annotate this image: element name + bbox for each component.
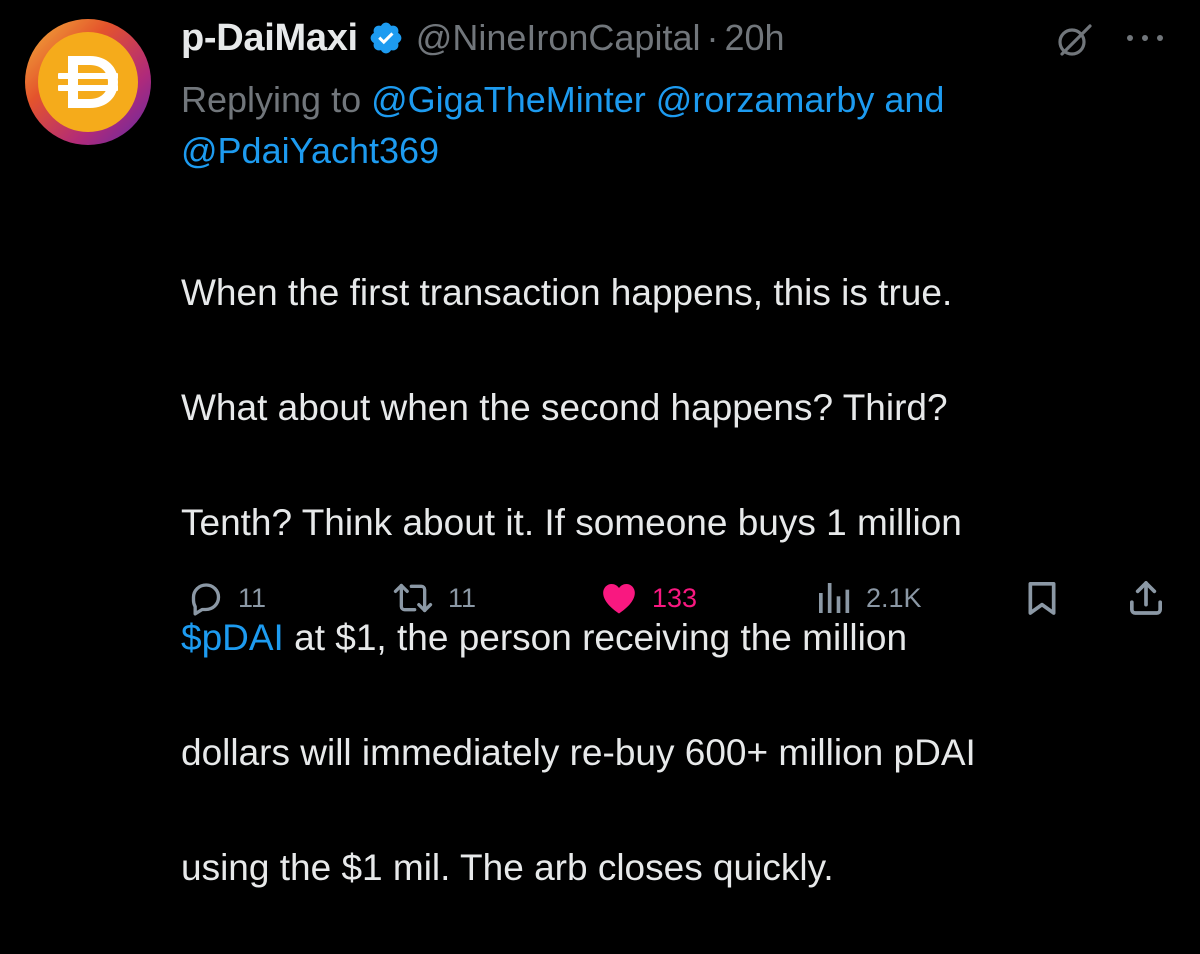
tweet-text-line: using the $1 mil. The arb closes quickly… [181,846,834,888]
like-count: 133 [652,582,698,613]
tweet-text-line: What about when the second happens? Thir… [181,386,948,428]
replying-to-label: Replying to [181,79,362,120]
bookmark-button[interactable] [1022,570,1062,626]
mention-link[interactable]: @PdaiYacht369 [181,130,439,171]
reply-count: 11 [238,582,267,613]
tweet[interactable]: p-DaiMaxi @NineIronCapital · 20h Replyin… [0,0,1200,888]
retweet-icon [393,583,433,613]
share-button[interactable] [1126,570,1166,626]
replying-to-line: Replying to @GigaTheMinter @rorzamarby a… [181,74,1161,176]
dai-logo-icon [25,19,151,145]
more-icon[interactable] [1120,18,1170,58]
reply-icon [191,583,221,616]
retweet-button[interactable]: 11 [390,570,476,626]
heart-icon [603,584,635,614]
author-handle[interactable]: @NineIronCapital [416,17,701,59]
tweet-header: p-DaiMaxi @NineIronCapital · 20h [181,10,785,66]
view-count: 2.1K [866,582,922,613]
tweet-text-line: dollars will immediately re-buy 600+ mil… [181,731,976,773]
header-separator: · [706,17,719,58]
avatar[interactable] [24,18,152,146]
like-button[interactable]: 133 [598,570,697,626]
mention-link[interactable]: @GigaTheMinter [371,79,646,120]
mention-and-label[interactable]: and [884,79,944,120]
tweet-text-line: Tenth? Think about it. If someone buys 1… [181,501,962,543]
views-button[interactable]: 2.1K [814,570,922,626]
action-bar: 11 11 133 2.1K [0,570,1200,626]
verified-badge-icon[interactable] [368,20,404,56]
timestamp[interactable]: 20h [724,17,784,59]
bookmark-icon [1028,582,1056,615]
grok-icon[interactable] [1054,20,1094,60]
retweet-count: 11 [448,582,477,613]
views-icon [819,583,850,613]
tweet-text-line: When the first transaction happens, this… [181,271,953,313]
share-icon [1130,581,1162,615]
mention-link[interactable]: @rorzamarby [656,79,875,120]
display-name[interactable]: p-DaiMaxi [181,17,358,60]
reply-button[interactable]: 11 [186,570,266,626]
